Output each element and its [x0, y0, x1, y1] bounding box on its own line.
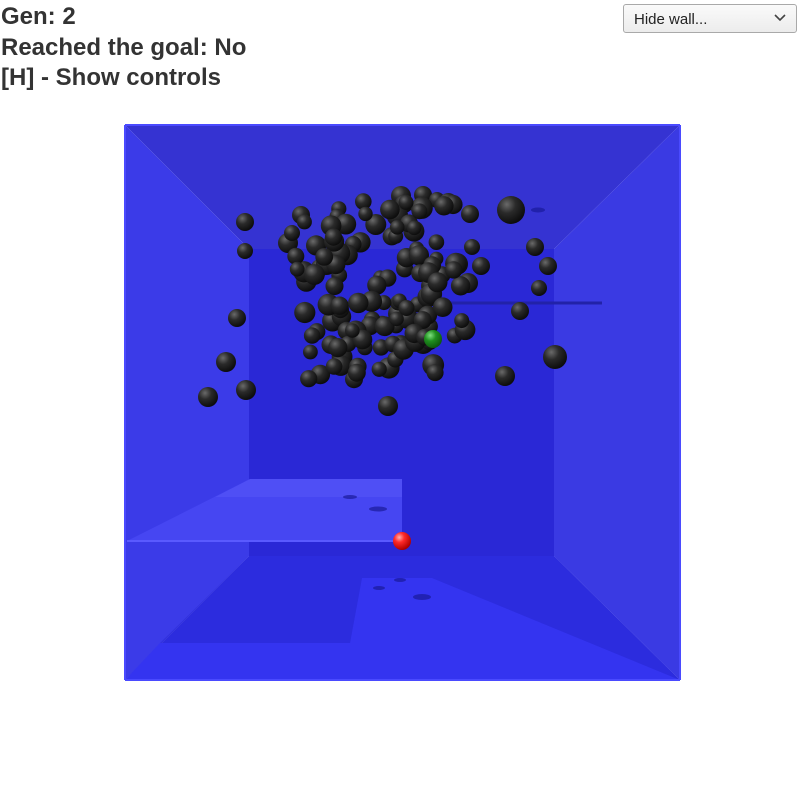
- population-ball: [427, 272, 448, 293]
- population-ball: [445, 261, 463, 279]
- population-ball: [347, 363, 366, 382]
- population-ball: [236, 213, 254, 231]
- population-ball: [304, 264, 325, 285]
- population-ball: [300, 370, 318, 388]
- population-ball: [389, 220, 405, 235]
- population-ball: [198, 387, 218, 407]
- population-ball: [398, 194, 414, 210]
- population-ball: [303, 344, 318, 360]
- population-ball: [434, 196, 454, 216]
- population-ball: [237, 243, 253, 259]
- population-ball: [358, 206, 373, 222]
- population-ball: [324, 228, 343, 246]
- population-ball: [284, 225, 300, 241]
- population-ball: [330, 296, 349, 315]
- population-ball: [426, 364, 444, 382]
- population-ball: [411, 203, 428, 220]
- population-ball: [371, 361, 387, 377]
- population-ball: [325, 358, 343, 375]
- population-ball: [303, 327, 321, 344]
- population-ball: [328, 338, 348, 358]
- goal-ball: [393, 532, 411, 550]
- population-ball: [543, 345, 567, 369]
- population-ball: [289, 261, 305, 277]
- best-ball: [424, 330, 442, 348]
- population-ball: [228, 309, 246, 327]
- population-ball: [325, 277, 344, 296]
- population-ball: [461, 205, 479, 223]
- population-ball: [216, 352, 236, 372]
- population-ball: [526, 238, 544, 256]
- population-ball: [495, 366, 515, 386]
- population-ball: [432, 297, 453, 318]
- population-ball: [294, 301, 316, 324]
- population-ball: [511, 302, 529, 320]
- population-ball: [348, 292, 369, 314]
- population-ball: [464, 239, 480, 255]
- population-ball: [296, 214, 312, 230]
- population-ball: [539, 257, 557, 275]
- population-ball: [531, 280, 547, 296]
- population-ball: [380, 199, 400, 220]
- population-ball: [406, 220, 422, 236]
- population-ball: [315, 248, 334, 266]
- population-ball: [472, 257, 490, 275]
- population-ball: [454, 313, 470, 329]
- population-ball: [497, 196, 525, 224]
- population-ball: [378, 396, 398, 416]
- population-ball: [428, 234, 445, 250]
- population-ball: [236, 380, 256, 400]
- population-ball: [345, 323, 360, 338]
- population-ball: [398, 300, 415, 316]
- population-ball: [450, 276, 471, 296]
- game-viewport[interactable]: [0, 0, 799, 802]
